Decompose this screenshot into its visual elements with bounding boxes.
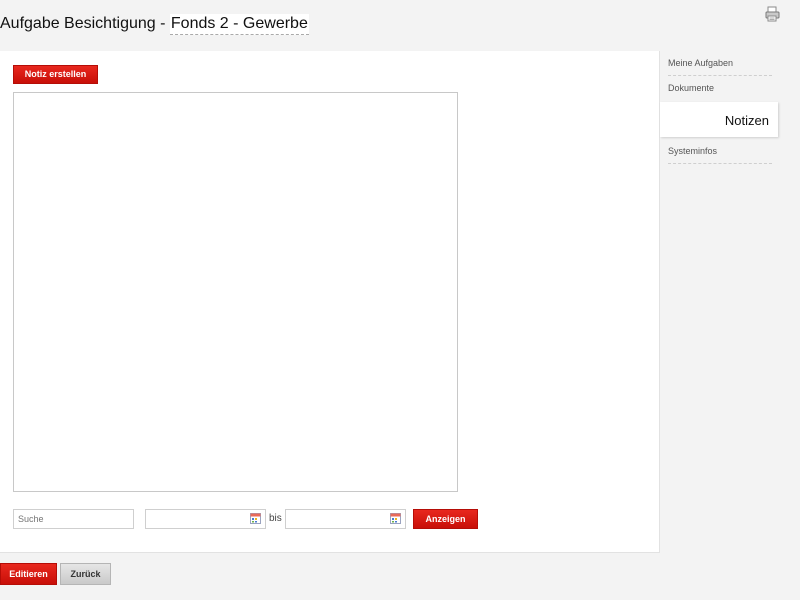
notes-list[interactable] [13, 92, 458, 492]
date-to-input[interactable] [286, 511, 405, 529]
create-note-button[interactable]: Notiz erstellen [13, 65, 98, 84]
search-input[interactable] [13, 509, 134, 529]
date-from-input[interactable] [146, 511, 265, 529]
sidebar-item-label: Notizen [724, 113, 769, 128]
page-title-prefix: Aufgabe Besichtigung - [0, 15, 170, 32]
sidebar-item-notizen[interactable]: Notizen [660, 102, 778, 137]
date-to-field[interactable] [285, 509, 406, 529]
date-range-separator: bis [269, 513, 282, 524]
edit-button[interactable]: Editieren [0, 563, 57, 585]
show-button[interactable]: Anzeigen [413, 509, 478, 529]
date-from-field[interactable] [145, 509, 266, 529]
back-button[interactable]: Zurück [60, 563, 111, 585]
sidebar-item-systeminfos[interactable]: Systeminfos [668, 146, 772, 164]
printer-icon[interactable] [765, 6, 780, 22]
calendar-icon[interactable] [390, 513, 401, 524]
sidebar-item-dokumente[interactable]: Dokumente [668, 83, 772, 100]
calendar-icon[interactable] [250, 513, 261, 524]
sidebar-item-meine-aufgaben[interactable]: Meine Aufgaben [668, 58, 772, 76]
notes-panel: Notiz erstellen bis Anzeigen [0, 51, 660, 553]
page-title-link[interactable]: Fonds 2 - Gewerbe [169, 14, 309, 35]
page-title: Aufgabe Besichtigung - Fonds 2 - Gewerbe [0, 13, 309, 35]
